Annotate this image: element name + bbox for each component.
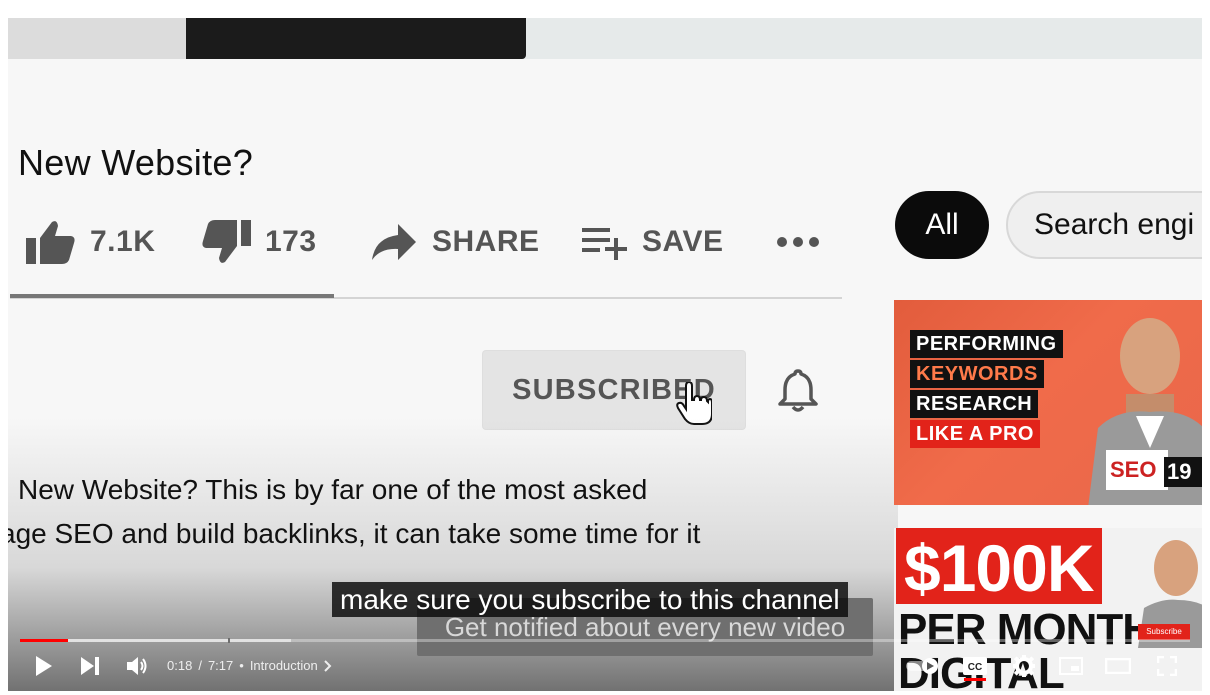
settings-button[interactable]: [1012, 654, 1036, 678]
time-display: 0:18 / 7:17 • Introduction: [167, 658, 332, 673]
thumbs-down-icon: [202, 220, 251, 263]
fullscreen-button[interactable]: [1155, 654, 1179, 678]
like-button: 7.1K: [26, 221, 156, 264]
autoplay-icon: [906, 658, 938, 674]
share-arrow-icon: [372, 224, 416, 260]
video-frame-top: [8, 18, 1202, 59]
play-icon: [36, 656, 52, 676]
chapter-marker: [228, 638, 230, 643]
thumbnail-text: KEYWORDS: [910, 360, 1044, 388]
thumbnail-text: LIKE A PRO: [910, 420, 1040, 448]
seo-badge: SEO: [1106, 450, 1168, 490]
mini-subscribe-badge: Subscribe: [1138, 624, 1190, 640]
chip-all: All: [895, 191, 989, 259]
play-button[interactable]: [32, 654, 56, 678]
progress-played: [20, 639, 68, 642]
description-line: New Website? This is by far one of the m…: [18, 474, 648, 505]
chip-search-engine: Search engi: [1006, 191, 1202, 259]
volume-button[interactable]: [126, 654, 150, 678]
dislike-button: 173: [201, 220, 317, 263]
description-line: age SEO and build backlinks, it can take…: [8, 518, 701, 549]
thumbnail-text: RESEARCH: [910, 390, 1039, 418]
thumbnail-headline: $100K: [896, 528, 1102, 605]
thumbnail-duration: 19: [1164, 457, 1202, 487]
closed-captions-icon: CC: [963, 657, 987, 675]
chapter-title[interactable]: Introduction: [250, 658, 318, 673]
next-button[interactable]: [78, 654, 102, 678]
miniplayer-button[interactable]: [1058, 654, 1084, 678]
playlist-add-icon: [582, 228, 627, 260]
closed-caption: make sure you subscribe to this channel: [332, 582, 848, 617]
like-count: 7.1K: [90, 225, 156, 258]
save-label: SAVE: [642, 225, 724, 258]
bell-icon: [778, 369, 818, 412]
save-button: SAVE: [582, 222, 723, 262]
subtitles-active-indicator: [964, 678, 986, 681]
dislike-count: 173: [265, 225, 317, 258]
gear-icon: [1013, 655, 1035, 677]
bullet: •: [239, 658, 244, 673]
current-time: 0:18: [167, 658, 193, 673]
share-button: SHARE: [370, 222, 540, 262]
subtitles-button[interactable]: CC: [962, 654, 988, 678]
related-video-thumbnail: PERFORMING KEYWORDS RESEARCH LIKE A PRO …: [894, 300, 1202, 505]
svg-text:CC: CC: [968, 662, 982, 673]
thumbs-up-icon: [26, 221, 75, 264]
video-player[interactable]: New Website? 7.1K 173 SHARE SAVE All Sea…: [8, 18, 1202, 691]
thumbnail-text: PER MONTH: [898, 605, 1154, 654]
thumbnail-text: PERFORMING: [910, 330, 1063, 358]
chevron-right-icon: [324, 659, 332, 672]
theater-mode-icon: [1105, 658, 1131, 674]
more-dots-icon: [777, 237, 819, 247]
skip-next-icon: [81, 657, 99, 675]
duration: 7:17: [207, 658, 234, 673]
miniplayer-icon: [1059, 657, 1083, 675]
theater-mode-button[interactable]: [1104, 654, 1132, 678]
time-separator: /: [198, 658, 202, 673]
fullscreen-icon: [1157, 656, 1177, 676]
video-title: New Website?: [18, 142, 254, 183]
more-actions-button: [776, 222, 820, 262]
share-label: SHARE: [432, 225, 540, 258]
autoplay-toggle[interactable]: [906, 654, 942, 678]
volume-icon: [127, 657, 147, 675]
like-ratio-bar: [10, 294, 334, 298]
